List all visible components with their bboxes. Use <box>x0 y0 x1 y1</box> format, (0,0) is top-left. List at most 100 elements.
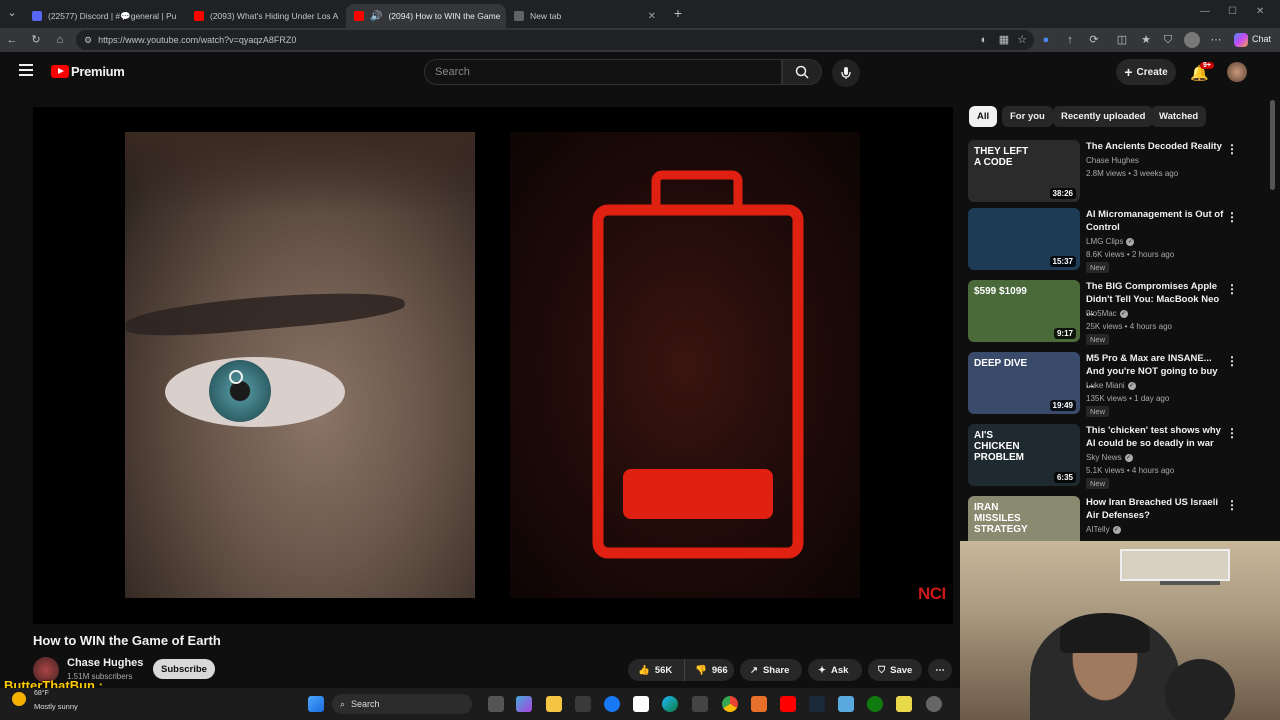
file-explorer-icon[interactable] <box>546 696 562 712</box>
video-thumbnail[interactable]: $599 $1099 9:17 <box>968 280 1080 342</box>
copilot-icon[interactable] <box>1234 33 1248 47</box>
copilot-app-icon[interactable] <box>516 696 532 712</box>
shield-icon[interactable]: ⛉ <box>1160 32 1176 48</box>
speaker-icon[interactable]: 🔊 <box>370 11 382 22</box>
recommendation-channel[interactable]: Sky News ✓ <box>1086 451 1133 464</box>
video-player[interactable]: NCI <box>33 107 953 624</box>
minimize-icon[interactable]: — <box>1200 6 1210 17</box>
site-info-icon[interactable]: ⚙ <box>84 35 92 46</box>
chip-all[interactable]: All <box>969 106 998 127</box>
recommendation-channel[interactable]: Chase Hughes <box>1086 154 1139 167</box>
ask-button[interactable]: ✦ Ask <box>808 659 862 681</box>
facebook-icon[interactable] <box>604 696 620 712</box>
reader-icon[interactable]: ◐ <box>976 32 992 48</box>
recommendation-item[interactable]: AI'S CHICKEN PROBLEM 6:35 This 'chicken' t… <box>968 424 1268 489</box>
video-thumbnail[interactable]: THEY LEFT A CODE 38:26 <box>968 140 1080 202</box>
recommendation-channel[interactable]: Luke Miani ✓ <box>1086 379 1136 392</box>
save-button[interactable]: ⛉ Save <box>868 659 922 681</box>
recommendation-item[interactable]: 15:37 AI Micromanagement is Out of Contro… <box>968 208 1268 273</box>
recommendation-channel[interactable]: LMG Clips ✓ <box>1086 235 1135 248</box>
more-icon[interactable]: ⋯ <box>1208 32 1224 48</box>
scrollbar-thumb[interactable] <box>1270 100 1275 190</box>
chip-for-you[interactable]: For you <box>1002 106 1053 127</box>
app-icon[interactable] <box>751 696 767 712</box>
amazon-icon[interactable] <box>633 696 649 712</box>
more-options-icon[interactable]: ⋮ <box>1226 282 1238 296</box>
dislike-button[interactable]: 👎 966 <box>684 659 734 681</box>
chip-watched[interactable]: Watched <box>1151 106 1207 127</box>
maximize-icon[interactable]: ☐ <box>1228 6 1237 17</box>
recommendation-channel[interactable]: AITelly ✓ <box>1086 523 1121 536</box>
favorites-icon[interactable]: ★ <box>1138 32 1154 48</box>
steam-icon[interactable] <box>809 696 825 712</box>
recommendation-item[interactable]: THEY LEFT A CODE 38:26 The Ancients Decode… <box>968 140 1268 204</box>
more-options-icon[interactable]: ⋮ <box>1226 354 1238 368</box>
close-tab-icon[interactable]: ✕ <box>182 11 184 22</box>
video-thumbnail[interactable]: 15:37 <box>968 208 1080 270</box>
youtube-logo-icon[interactable] <box>51 65 69 78</box>
more-options-icon[interactable]: ⋮ <box>1226 498 1238 512</box>
create-button[interactable]: + Create <box>1116 59 1176 85</box>
menu-icon[interactable] <box>19 64 33 76</box>
reload-icon[interactable]: ↻ <box>28 32 44 48</box>
recommendation-title[interactable]: The Ancients Decoded Reality <box>1086 140 1226 153</box>
new-tab-plus-icon[interactable]: + <box>670 5 686 21</box>
taskbar-search[interactable]: ⌕ Search <box>332 694 472 714</box>
search-input[interactable]: Search <box>424 59 782 85</box>
account-avatar[interactable] <box>1227 62 1247 82</box>
youtube-app-icon[interactable] <box>780 696 796 712</box>
logo-text[interactable]: Premium <box>71 64 125 79</box>
more-actions-button[interactable]: ⋯ <box>928 659 952 681</box>
tab-discord[interactable]: (22577) Discord | #💬general | Pu ✕ <box>24 4 184 28</box>
recommendation-title[interactable]: How Iran Breached US Israeli Air Defense… <box>1086 496 1226 522</box>
xbox-icon[interactable] <box>867 696 883 712</box>
settings-icon[interactable] <box>926 696 942 712</box>
app-icon[interactable] <box>838 696 854 712</box>
address-bar[interactable]: ⚙ https://www.youtube.com/watch?v=qyaqzA… <box>76 30 1034 50</box>
close-window-icon[interactable]: ✕ <box>1256 6 1264 17</box>
channel-name[interactable]: Chase Hughes <box>67 657 143 669</box>
home-icon[interactable]: ⌂ <box>52 32 68 48</box>
store-icon[interactable] <box>575 696 591 712</box>
chrome-icon[interactable] <box>722 696 738 712</box>
browser-tab-strip: ⌄ (22577) Discord | #💬general | Pu ✕ (20… <box>0 0 1280 28</box>
close-tab-icon[interactable]: ✕ <box>648 11 656 22</box>
channel-watermark[interactable]: NCI <box>918 584 946 604</box>
share-button[interactable]: ↗ Share <box>740 659 802 681</box>
tab-youtube-1[interactable]: (2093) What's Hiding Under Los A ✕ <box>186 4 344 28</box>
apps-icon[interactable]: ▦ <box>996 32 1012 48</box>
tab-new[interactable]: New tab ✕ <box>506 4 664 28</box>
chip-recently-uploaded[interactable]: Recently uploaded <box>1053 106 1154 127</box>
extension-icon[interactable]: ↑ <box>1062 32 1078 48</box>
video-thumbnail[interactable]: AI'S CHICKEN PROBLEM 6:35 <box>968 424 1080 486</box>
back-icon[interactable]: ← <box>4 32 20 48</box>
favorite-icon[interactable]: ☆ <box>1014 32 1030 48</box>
subscribe-button[interactable]: Subscribe <box>153 659 215 679</box>
extension-icon[interactable]: ● <box>1038 32 1054 48</box>
tab-search-icon[interactable]: ⌄ <box>4 5 20 21</box>
more-options-icon[interactable]: ⋮ <box>1226 210 1238 224</box>
weather-sun-icon[interactable] <box>12 692 26 706</box>
more-options-icon[interactable]: ⋮ <box>1226 426 1238 440</box>
task-view-icon[interactable] <box>488 696 504 712</box>
video-thumbnail[interactable]: DEEP DIVE 19:49 <box>968 352 1080 414</box>
chat-label[interactable]: Chat <box>1252 34 1271 44</box>
windows-start-icon[interactable] <box>308 696 324 712</box>
notes-icon[interactable] <box>896 696 912 712</box>
search-button[interactable] <box>782 59 822 85</box>
webcam-overlay <box>960 541 1280 720</box>
more-options-icon[interactable]: ⋮ <box>1226 142 1238 156</box>
recommendation-title[interactable]: This 'chicken' test shows why AI could b… <box>1086 424 1226 450</box>
split-screen-icon[interactable]: ◫ <box>1114 32 1130 48</box>
recommendation-item[interactable]: $599 $1099 9:17 The BIG Compromises Apple … <box>968 280 1268 345</box>
calculator-icon[interactable] <box>692 696 708 712</box>
extension-icon[interactable]: ⟳ <box>1086 32 1102 48</box>
like-button[interactable]: 👍 56K <box>628 659 684 681</box>
edge-icon[interactable] <box>662 696 678 712</box>
tab-youtube-active[interactable]: 🔊 (2094) How to WIN the Game ✕ <box>346 4 506 28</box>
recommendation-item[interactable]: DEEP DIVE 19:49 M5 Pro & Max are INSANE...… <box>968 352 1268 417</box>
voice-search-button[interactable] <box>832 59 860 87</box>
recommendation-channel[interactable]: 9to5Mac ✓ <box>1086 307 1128 320</box>
profile-avatar[interactable] <box>1184 32 1200 48</box>
recommendation-title[interactable]: AI Micromanagement is Out of Control <box>1086 208 1226 234</box>
